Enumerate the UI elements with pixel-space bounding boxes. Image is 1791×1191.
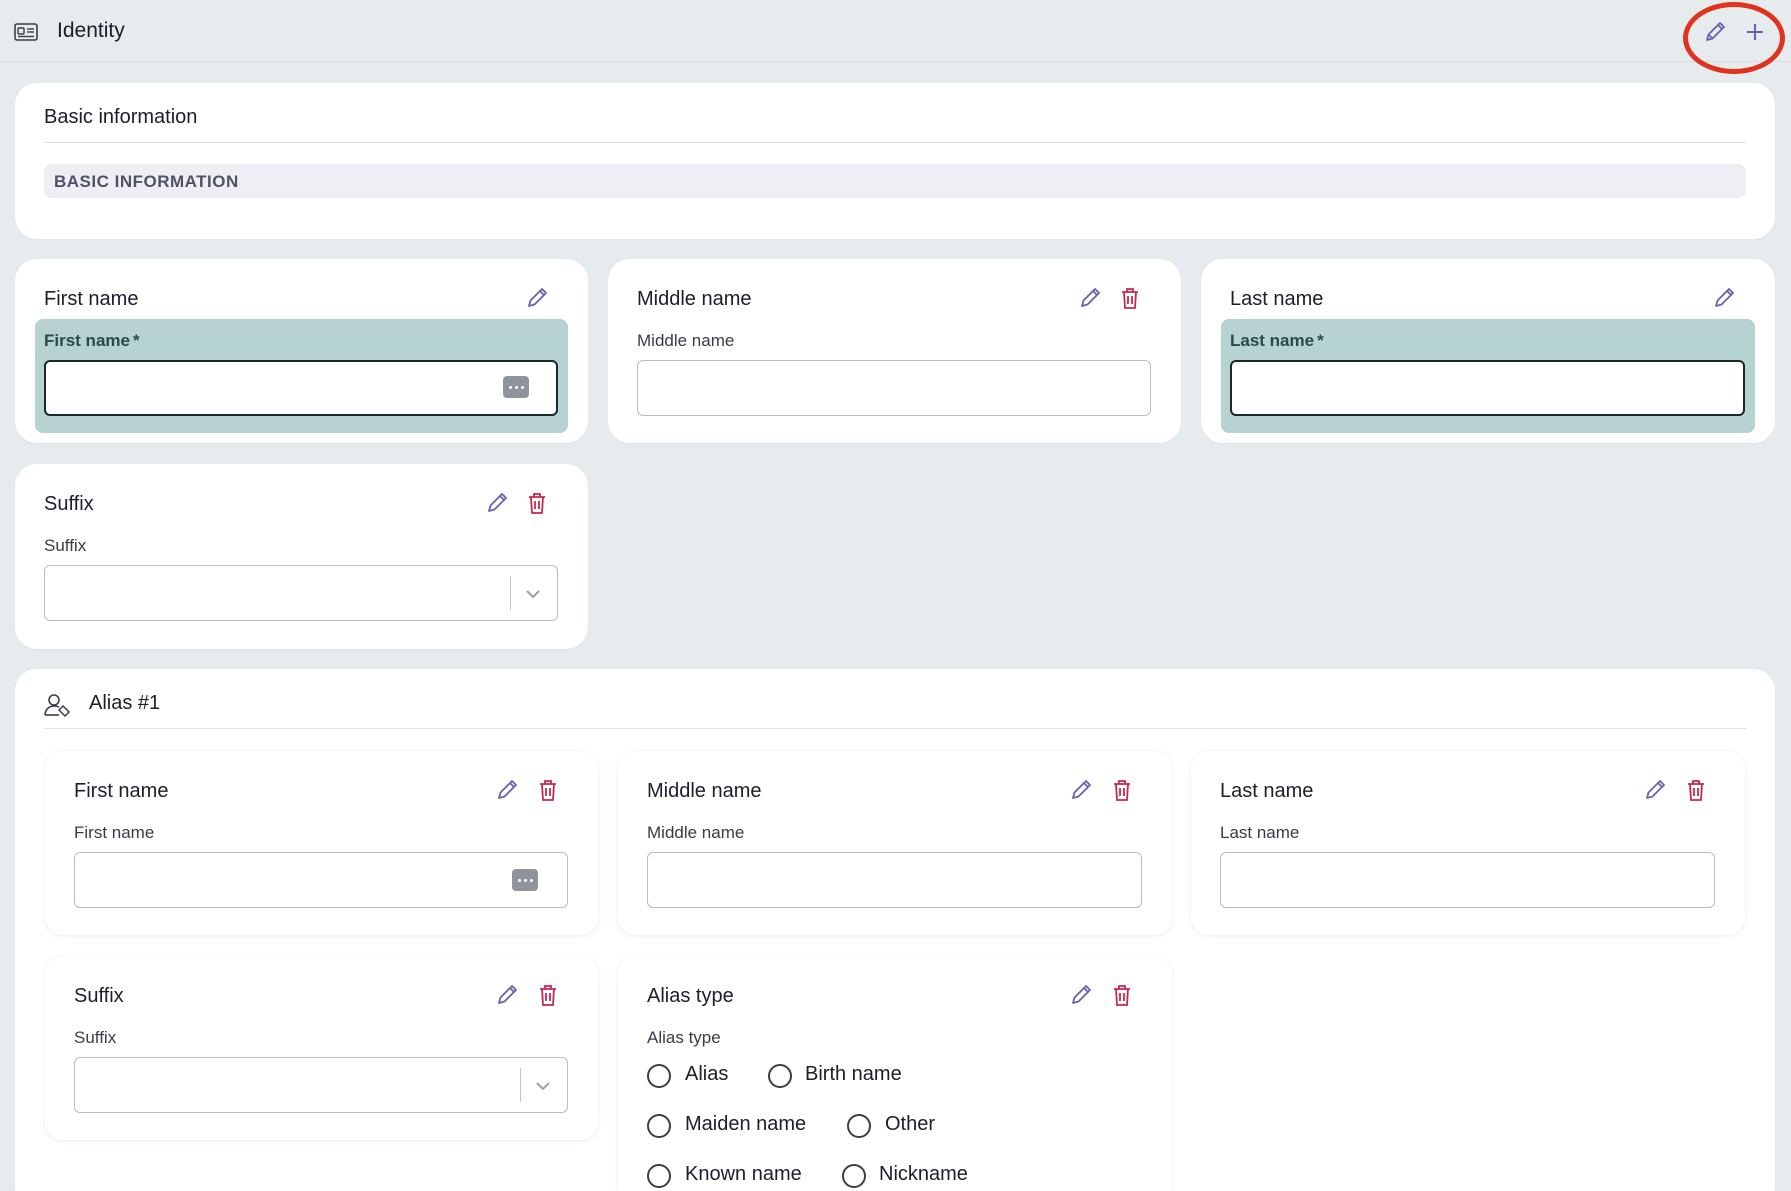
basic-information-card: Basic information BASIC INFORMATION — [15, 83, 1775, 239]
trash-icon[interactable] — [534, 776, 562, 804]
trash-icon[interactable] — [1116, 284, 1144, 312]
field-label: First name * — [44, 331, 140, 350]
id-card-icon — [14, 23, 38, 41]
field-label: Suffix — [74, 1028, 117, 1047]
radio-label: Maiden name — [685, 1113, 807, 1135]
radio-label: Other — [885, 1113, 936, 1135]
alias-suffix-select[interactable] — [74, 1057, 568, 1113]
select-separator — [520, 1068, 521, 1102]
autofill-icon[interactable] — [512, 869, 538, 891]
trash-icon[interactable] — [523, 489, 551, 517]
pencil-icon[interactable] — [1641, 776, 1669, 804]
radio-other[interactable] — [847, 1114, 871, 1138]
chevron-down-icon[interactable] — [533, 1076, 553, 1096]
field-label: Alias type — [647, 1028, 721, 1047]
radio-label: Alias — [685, 1063, 729, 1085]
suffix-select[interactable] — [44, 565, 558, 621]
radio-label: Birth name — [805, 1063, 902, 1085]
radio-nickname[interactable] — [842, 1164, 866, 1188]
field-card-last-name: Last name Last name * — [1201, 259, 1775, 443]
divider — [44, 728, 1746, 729]
field-label: Last name * — [1230, 331, 1324, 350]
group-band: BASIC INFORMATION — [44, 164, 1746, 198]
middle-name-input[interactable] — [637, 360, 1151, 416]
alias-field-card-suffix: Suffix Suffix — [45, 956, 598, 1140]
select-separator — [510, 576, 511, 610]
chevron-down-icon[interactable] — [523, 584, 543, 604]
radio-alias[interactable] — [647, 1064, 671, 1088]
field-label: Middle name — [637, 331, 735, 350]
radio-maiden-name[interactable] — [647, 1114, 671, 1138]
field-title: Last name — [1220, 780, 1314, 802]
pencil-icon[interactable] — [1076, 284, 1104, 312]
alias-last-name-input[interactable] — [1220, 852, 1715, 908]
field-card-middle-name: Middle name Middle name — [608, 259, 1181, 443]
pencil-icon[interactable] — [493, 981, 521, 1009]
field-title: Suffix — [74, 985, 124, 1007]
radio-birth-name[interactable] — [768, 1064, 792, 1088]
pencil-icon[interactable] — [483, 489, 511, 517]
alias-first-name-input[interactable] — [74, 852, 568, 908]
field-title: First name — [74, 780, 169, 802]
field-label: Middle name — [647, 823, 745, 842]
field-title: Middle name — [647, 780, 762, 802]
radio-known-name[interactable] — [647, 1164, 671, 1188]
alias-field-card-middle-name: Middle name Middle name — [618, 751, 1172, 935]
user-tag-icon — [44, 694, 71, 718]
pencil-icon[interactable] — [1700, 17, 1730, 47]
alias-middle-name-input[interactable] — [647, 852, 1142, 908]
field-label: First name — [74, 823, 155, 842]
trash-icon[interactable] — [1682, 776, 1710, 804]
last-name-input[interactable] — [1230, 360, 1745, 416]
card-title: Basic information — [44, 106, 198, 128]
field-title: Middle name — [637, 288, 752, 310]
pencil-icon[interactable] — [523, 284, 551, 312]
field-label: Suffix — [44, 536, 87, 555]
pencil-icon[interactable] — [493, 776, 521, 804]
trash-icon[interactable] — [534, 981, 562, 1009]
field-title: Suffix — [44, 493, 94, 515]
radio-label: Nickname — [879, 1163, 968, 1185]
field-title: First name — [44, 288, 139, 310]
trash-icon[interactable] — [1108, 981, 1136, 1009]
alias-field-card-last-name: Last name Last name — [1191, 751, 1745, 935]
pencil-icon[interactable] — [1067, 776, 1095, 804]
field-label: Last name — [1220, 823, 1300, 842]
alias-field-card-alias-type: Alias type Alias type Alias Birth name M… — [618, 956, 1172, 1191]
field-title: Last name — [1230, 288, 1324, 310]
autofill-icon[interactable] — [503, 376, 529, 398]
pencil-icon[interactable] — [1067, 981, 1095, 1009]
field-card-first-name: First name First name * — [15, 259, 588, 443]
divider — [44, 142, 1746, 143]
radio-label: Known name — [685, 1163, 802, 1185]
alias-title: Alias #1 — [89, 692, 161, 714]
alias-field-card-first-name: First name First name — [45, 751, 598, 935]
plus-icon[interactable] — [1740, 17, 1770, 47]
section-title: Identity — [57, 19, 125, 42]
pencil-icon[interactable] — [1710, 284, 1738, 312]
trash-icon[interactable] — [1108, 776, 1136, 804]
section-header: Identity — [0, 0, 1791, 62]
field-card-suffix: Suffix Suffix — [15, 464, 588, 649]
field-title: Alias type — [647, 985, 734, 1007]
first-name-input[interactable] — [44, 360, 558, 416]
